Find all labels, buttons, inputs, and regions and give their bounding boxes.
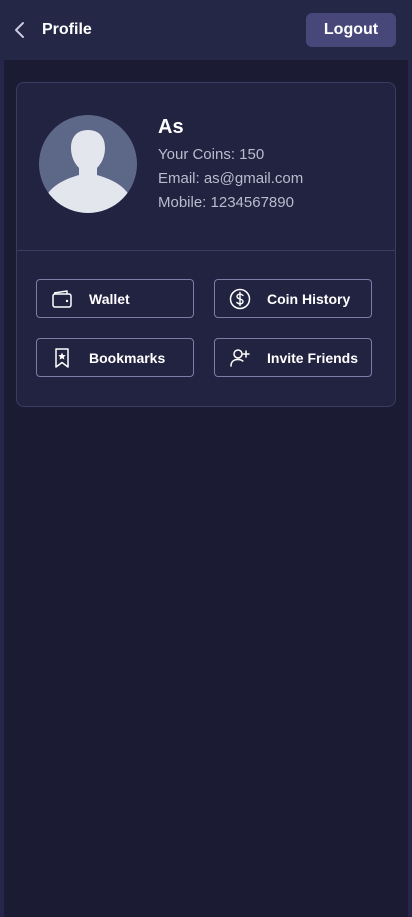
invite-friends-button[interactable]: Invite Friends	[214, 338, 372, 377]
avatar	[39, 115, 137, 213]
coins-balance: Your Coins: 150	[158, 146, 265, 163]
profile-card: As Your Coins: 150 Email: as@gmail.com M…	[16, 82, 396, 407]
user-silhouette-icon	[39, 115, 137, 213]
user-mobile: Mobile: 1234567890	[158, 194, 294, 211]
top-app-bar: Profile Logout	[0, 0, 412, 60]
wallet-icon	[50, 287, 74, 311]
app-screen: Profile Logout As Your Coins: 150 Email:…	[0, 0, 412, 917]
user-plus-icon	[228, 346, 252, 370]
invite-friends-label: Invite Friends	[267, 349, 359, 366]
bookmark-star-icon	[50, 346, 74, 370]
dollar-circle-icon	[228, 287, 252, 311]
user-email: Email: as@gmail.com	[158, 170, 304, 187]
coin-history-label: Coin History	[267, 290, 351, 307]
logout-button[interactable]: Logout	[306, 13, 396, 47]
wallet-button[interactable]: Wallet	[36, 279, 194, 318]
user-name: As	[158, 116, 184, 138]
coin-history-button[interactable]: Coin History	[214, 279, 372, 318]
page-title: Profile	[42, 21, 92, 38]
profile-summary: As Your Coins: 150 Email: as@gmail.com M…	[17, 83, 395, 251]
chevron-left-icon	[12, 20, 28, 40]
bookmarks-label: Bookmarks	[89, 349, 166, 366]
back-button[interactable]: Profile	[12, 10, 92, 50]
bookmarks-button[interactable]: Bookmarks	[36, 338, 194, 377]
wallet-label: Wallet	[89, 290, 130, 307]
